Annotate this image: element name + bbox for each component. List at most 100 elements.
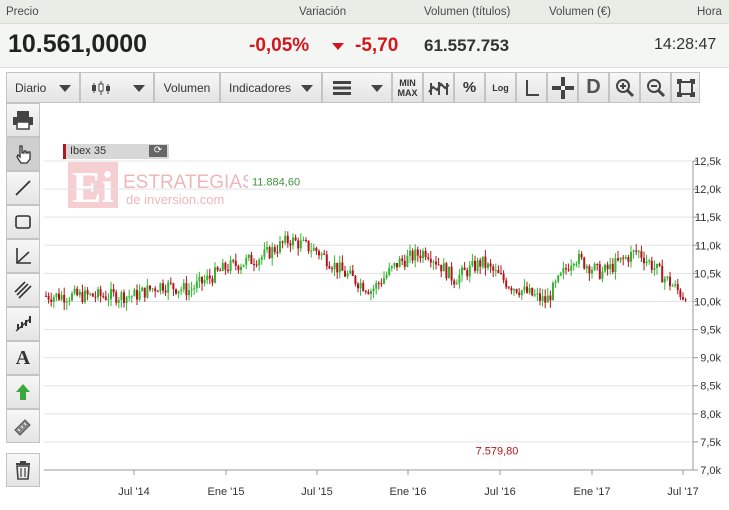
candle-body xyxy=(125,296,128,304)
y-tick-label: 12,5k xyxy=(694,156,721,168)
candle-body xyxy=(609,263,612,270)
candle-body xyxy=(258,259,261,266)
candle-body xyxy=(273,247,276,253)
candle-body xyxy=(370,291,372,294)
candle-body xyxy=(104,296,107,300)
candle-body xyxy=(489,263,492,267)
candle-body xyxy=(281,241,284,243)
candle-body xyxy=(650,260,653,270)
candle-body xyxy=(198,276,201,282)
candle-body xyxy=(580,253,583,258)
candlestick-series xyxy=(45,230,687,311)
candle-body xyxy=(643,257,645,264)
x-tick-label: Jul '16 xyxy=(484,486,515,498)
candle-body xyxy=(640,251,643,258)
candle-body xyxy=(515,289,518,293)
candle-body xyxy=(502,273,505,281)
candle-body xyxy=(416,249,419,256)
candle-body xyxy=(143,287,146,298)
candle-body xyxy=(388,268,391,275)
candle-body xyxy=(380,283,383,285)
candle-body xyxy=(45,295,47,297)
candle-body xyxy=(180,289,183,291)
candle-body xyxy=(344,270,346,277)
candle-body xyxy=(349,270,352,274)
candle-body xyxy=(123,292,125,304)
candle-body xyxy=(237,265,240,270)
candle-body xyxy=(110,288,112,300)
candle-body xyxy=(305,239,307,241)
candle-body xyxy=(201,276,203,284)
candle-body xyxy=(190,289,193,291)
candle-body xyxy=(65,301,68,303)
candle-body xyxy=(107,299,110,301)
candle-body xyxy=(229,260,232,272)
candle-body xyxy=(435,261,437,265)
candle-body xyxy=(567,269,570,271)
y-tick-label: 9,0k xyxy=(700,353,721,365)
candle-body xyxy=(216,267,219,271)
candle-body xyxy=(554,281,557,283)
candle-body xyxy=(593,263,596,270)
candle-body xyxy=(611,263,614,273)
candle-body xyxy=(112,288,115,293)
candle-body xyxy=(354,275,357,284)
candle-body xyxy=(679,290,682,298)
candle-body xyxy=(409,250,411,256)
candle-body xyxy=(614,258,617,273)
x-tick-label: Ene '15 xyxy=(208,486,245,498)
x-tick-label: Jul '17 xyxy=(667,486,698,498)
candle-body xyxy=(500,273,502,275)
candle-body xyxy=(86,290,89,295)
candle-body xyxy=(557,275,560,282)
candle-body xyxy=(362,282,365,292)
candle-body xyxy=(442,263,445,272)
candle-body xyxy=(331,268,333,270)
candle-body xyxy=(533,294,536,296)
candle-body xyxy=(146,285,149,298)
candle-body xyxy=(448,266,450,279)
candle-body xyxy=(63,294,66,303)
candle-body xyxy=(193,288,196,290)
candle-body xyxy=(541,296,544,301)
candle-body xyxy=(195,281,198,289)
candle-body xyxy=(338,262,341,273)
candle-body xyxy=(253,263,255,265)
candle-body xyxy=(627,257,630,262)
candle-body xyxy=(78,291,81,296)
candle-body xyxy=(136,289,138,300)
candle-body xyxy=(247,254,250,258)
candle-body xyxy=(377,282,380,284)
candle-body xyxy=(396,263,398,268)
max-annotation: 11.884,60 xyxy=(252,177,300,189)
candle-body xyxy=(591,269,593,274)
candle-body xyxy=(463,267,466,271)
candle-body xyxy=(167,282,170,293)
x-tick-label: Jul '14 xyxy=(118,486,149,498)
candle-body xyxy=(164,290,167,293)
candle-body xyxy=(128,296,131,298)
candle-body xyxy=(635,250,638,252)
candle-body xyxy=(474,260,476,271)
candle-body xyxy=(323,253,326,255)
candle-body xyxy=(84,290,86,302)
candle-body xyxy=(648,260,651,262)
y-tick-label: 11,0k xyxy=(695,240,722,252)
candle-body xyxy=(94,296,97,298)
candle-body xyxy=(60,294,63,300)
candle-body xyxy=(536,293,539,295)
y-tick-label: 8,0k xyxy=(700,409,721,421)
candle-body xyxy=(276,252,279,254)
candle-body xyxy=(572,263,575,266)
candle-body xyxy=(617,258,619,261)
candle-body xyxy=(177,290,180,294)
candle-body xyxy=(481,256,484,267)
candle-body xyxy=(588,266,591,274)
x-tick-label: Ene '16 xyxy=(390,486,427,498)
candle-body xyxy=(185,283,188,296)
candle-body xyxy=(333,262,336,270)
candle-body xyxy=(149,285,151,290)
candle-body xyxy=(279,241,281,253)
candle-body xyxy=(299,240,302,249)
candle-body xyxy=(50,299,53,302)
